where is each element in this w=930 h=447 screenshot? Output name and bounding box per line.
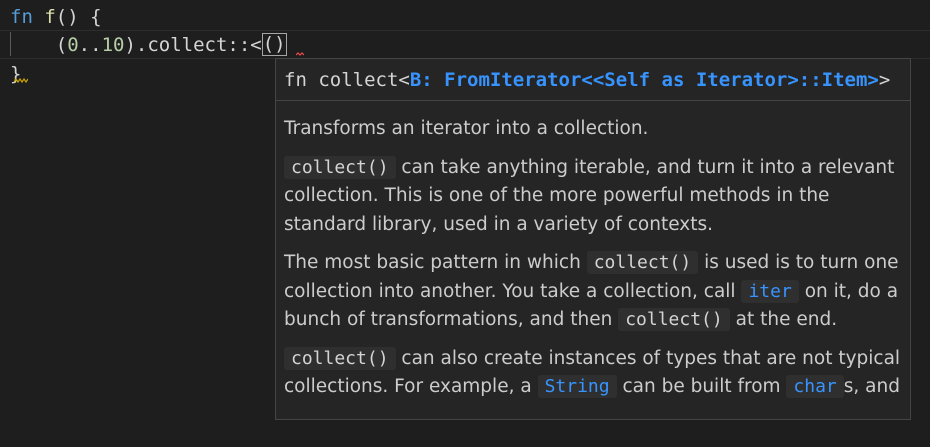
- doc-text: The most basic pattern in which: [284, 252, 587, 273]
- doc-paragraph-2: collect() can take anything iterable, an…: [284, 154, 902, 240]
- function-signature: fn collect<B: FromIterator<<Self as Iter…: [276, 59, 910, 101]
- inline-code: collect(): [284, 346, 396, 370]
- range-start-number: 0: [67, 34, 79, 56]
- doc-text: can be built from: [616, 376, 787, 397]
- signature-generic-bound: B: FromIterator<<Self as Iterator>::Item…: [409, 69, 879, 91]
- doc-paragraph-1: Transforms an iterator into a collection…: [284, 118, 649, 139]
- signature-prefix: fn collect<: [284, 69, 410, 91]
- inline-code: collect(): [284, 155, 396, 179]
- hover-documentation-popup[interactable]: fn collect<B: FromIterator<<Self as Iter…: [275, 58, 911, 420]
- cursor-bracket-match[interactable]: (): [261, 32, 287, 56]
- keyword-fn: fn: [10, 6, 33, 28]
- range-end-number: 10: [101, 34, 125, 56]
- char-doc-link[interactable]: char: [786, 375, 844, 398]
- error-squiggle-icon: [296, 52, 304, 56]
- indent-guide: [10, 32, 11, 56]
- doc-text: s, and: [843, 376, 900, 397]
- paren-open: (: [55, 34, 68, 56]
- signature-suffix: >: [878, 69, 891, 91]
- code-line-1: fn f() {: [10, 3, 102, 31]
- doc-text: at the end.: [729, 309, 838, 330]
- doc-paragraph-3: The most basic pattern in which collect(…: [284, 249, 902, 335]
- inline-code: collect(): [618, 308, 730, 331]
- code-line-3: }: [10, 60, 21, 88]
- collect-call: ).collect::<: [124, 34, 262, 56]
- inline-code: collect(): [586, 251, 699, 274]
- code-line-2-current: (0..10).collect::<(): [0, 30, 930, 59]
- range-operator: ..: [78, 34, 102, 56]
- string-doc-link[interactable]: String: [537, 375, 617, 398]
- documentation-body[interactable]: Transforms an iterator into a collection…: [276, 101, 910, 402]
- function-name: f: [44, 6, 56, 28]
- doc-paragraph-4: collect() can also create instances of t…: [284, 345, 902, 402]
- warning-squiggle-icon: [14, 78, 28, 83]
- iter-doc-link[interactable]: iter: [741, 279, 799, 303]
- code-editor[interactable]: fn f() { (0..10).collect::<() } fn colle…: [0, 0, 930, 447]
- code-punctuation: () {: [55, 6, 102, 28]
